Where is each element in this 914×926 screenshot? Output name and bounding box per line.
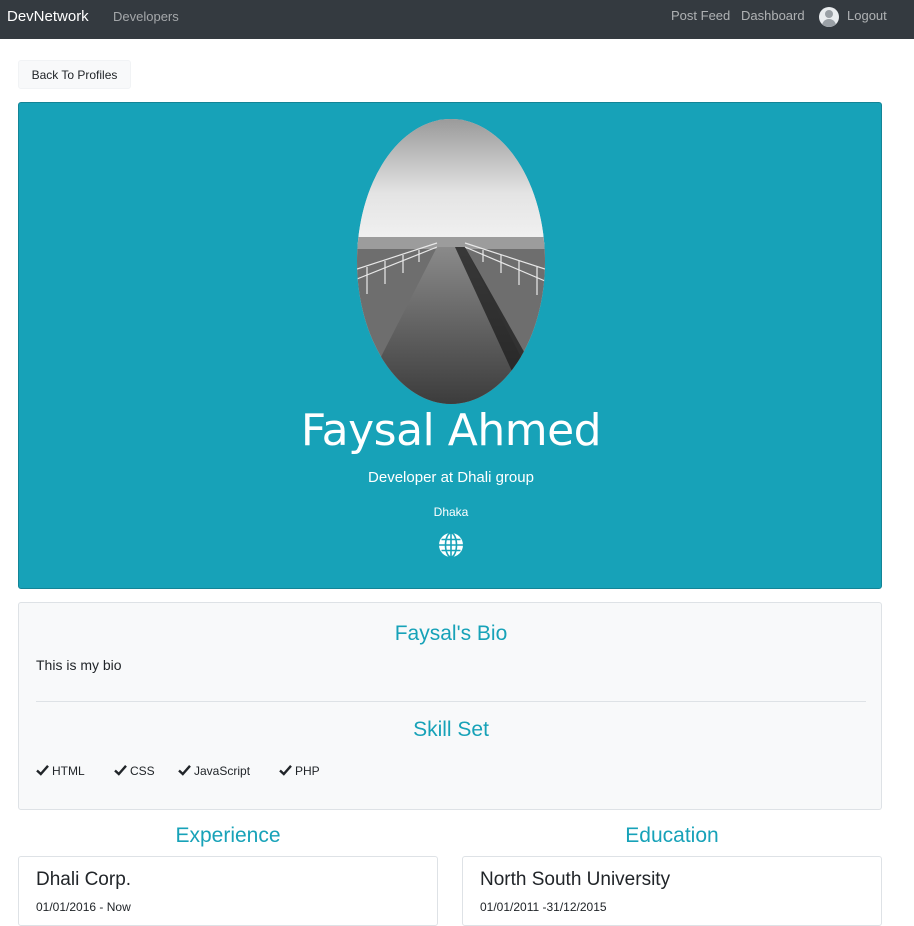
- profile-header-card: Faysal Ahmed Developer at Dhali group Dh…: [18, 102, 882, 589]
- check-icon: [36, 765, 49, 776]
- nav-link-logout[interactable]: Logout: [847, 8, 887, 23]
- brand-logo[interactable]: DevNetwork: [7, 8, 89, 25]
- nav-link-developers[interactable]: Developers: [113, 9, 179, 24]
- experience-heading: Experience: [175, 824, 281, 847]
- user-avatar-icon[interactable]: [819, 7, 839, 27]
- globe-icon[interactable]: [438, 532, 464, 558]
- profile-name: Faysal Ahmed: [300, 405, 602, 456]
- education-heading: Education: [625, 824, 719, 847]
- pier-photo: [357, 119, 545, 404]
- education-dates: 01/01/2011 -31/12/2015: [480, 900, 607, 914]
- profile-title: Developer at Dhali group: [368, 469, 534, 486]
- navbar: DevNetwork Developers Post Feed Dashboar…: [0, 0, 914, 39]
- bio-text: This is my bio: [36, 657, 122, 673]
- profile-avatar: [357, 119, 545, 404]
- nav-link-dashboard[interactable]: Dashboard: [741, 8, 805, 23]
- bio-card: Faysal's Bio This is my bio Skill Set HT…: [18, 602, 882, 810]
- check-icon: [279, 765, 292, 776]
- profile-location: Dhaka: [433, 505, 469, 519]
- skill-item: JavaScript: [178, 764, 250, 778]
- nav-link-post-feed[interactable]: Post Feed: [671, 8, 730, 23]
- back-to-profiles-button[interactable]: Back To Profiles: [18, 60, 131, 89]
- skill-item: HTML: [36, 764, 85, 778]
- experience-dates: 01/01/2016 - Now: [36, 900, 131, 914]
- education-item: North South University 01/01/2011 -31/12…: [462, 856, 882, 926]
- skills-heading: Skill Set: [413, 718, 489, 741]
- experience-company: Dhali Corp.: [36, 869, 132, 890]
- education-school: North South University: [480, 869, 671, 890]
- bio-heading: Faysal's Bio: [394, 622, 508, 645]
- skill-item: CSS: [114, 764, 155, 778]
- check-icon: [178, 765, 191, 776]
- experience-item: Dhali Corp. 01/01/2016 - Now: [18, 856, 438, 926]
- skill-item: PHP: [279, 764, 320, 778]
- divider: [36, 701, 866, 702]
- check-icon: [114, 765, 127, 776]
